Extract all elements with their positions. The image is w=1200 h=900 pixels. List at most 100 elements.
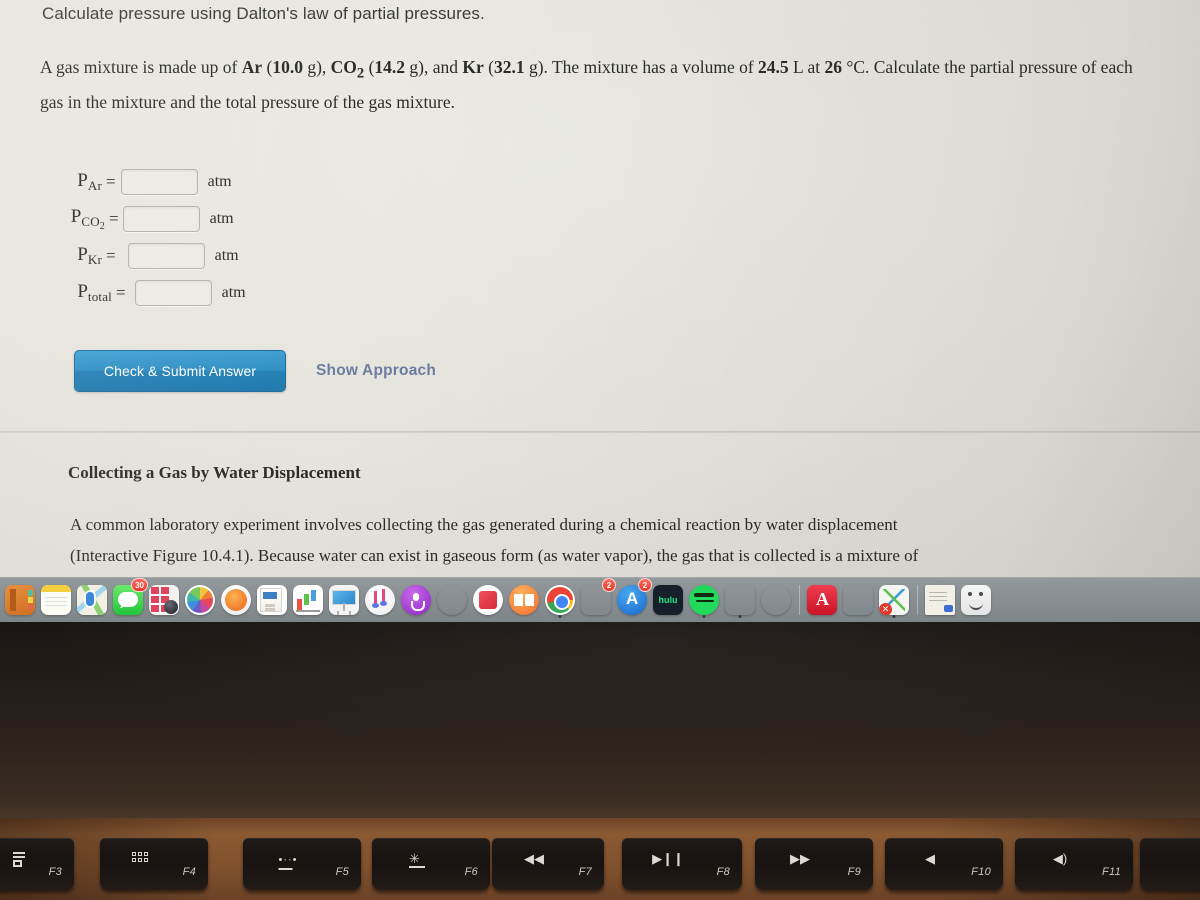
mission-control-icon xyxy=(13,852,25,869)
app-store-1-icon xyxy=(221,585,251,615)
dock-item-connect[interactable] xyxy=(876,581,912,619)
function-key-f10[interactable]: ◀ F10 xyxy=(885,838,1003,890)
dock-item-maps[interactable] xyxy=(74,581,110,619)
answer-input-kr[interactable] xyxy=(127,242,205,269)
dock-item-microsoft-word[interactable] xyxy=(722,581,758,619)
volume-down-icon: ◀) xyxy=(1052,851,1068,866)
function-key-f6[interactable]: ✳ F6 xyxy=(372,838,490,890)
dock-item-powerpoint[interactable] xyxy=(758,581,794,619)
notification-badge: 2 xyxy=(602,578,616,592)
notification-badge: 2 xyxy=(638,578,652,592)
dock-item-finder[interactable] xyxy=(958,581,994,619)
dock-item-contacts[interactable] xyxy=(2,581,38,619)
function-key-label: F10 xyxy=(971,866,991,878)
dock-item-spotify[interactable] xyxy=(686,581,722,619)
fast-forward-icon: ▶▶ xyxy=(790,851,810,866)
dock-item-hulu[interactable]: hulu xyxy=(650,581,686,619)
spotify-icon xyxy=(689,585,719,615)
answer-input-total[interactable] xyxy=(134,279,212,306)
podcasts-icon xyxy=(401,585,431,615)
section-body: A common laboratory experiment involves … xyxy=(70,509,1130,572)
answer-input-co2[interactable] xyxy=(122,205,200,232)
notes-icon xyxy=(41,585,71,615)
unit-label: atm xyxy=(214,246,239,264)
news-icon xyxy=(473,585,503,615)
play-pause-icon: ▶❙❙ xyxy=(652,851,684,866)
question-body: A gas mixture is made up of Ar (10.0 g),… xyxy=(40,52,1150,119)
answer-label-total: Ptotal xyxy=(77,280,112,304)
function-key-f3[interactable]: F3 xyxy=(0,838,74,890)
equals-sign: = xyxy=(106,171,116,191)
mute-icon: ◀ xyxy=(925,851,935,866)
dock-item-photos[interactable] xyxy=(182,581,218,619)
function-key-label: F3 xyxy=(48,866,62,878)
itunes-icon xyxy=(365,585,395,615)
dock-item-pages[interactable] xyxy=(254,581,290,619)
dock-item-itunes[interactable] xyxy=(362,581,398,619)
function-key-label: F8 xyxy=(716,866,730,878)
dock-item-acrobat[interactable] xyxy=(804,581,840,619)
acrobat-icon xyxy=(807,585,837,615)
function-key-f4[interactable]: F4 xyxy=(100,838,208,890)
answer-row: PCO2 = atm xyxy=(48,200,246,237)
powerpoint-icon xyxy=(761,585,791,615)
answer-row: Ptotal = atm xyxy=(48,274,246,311)
dock-item-app-store-2[interactable]: 2 xyxy=(614,578,652,619)
dock-item-system-preferences[interactable]: 2 xyxy=(578,578,616,619)
dock-item-news[interactable] xyxy=(470,581,506,619)
show-approach-link[interactable]: Show Approach xyxy=(316,362,436,380)
hulu-icon: hulu xyxy=(653,585,683,615)
photos-icon xyxy=(185,585,215,615)
notification-badge: 30 xyxy=(131,578,148,592)
function-key-label: F6 xyxy=(464,866,478,878)
keyboard-backlight-up-icon: ✳ xyxy=(409,852,425,868)
dock-item-podcasts[interactable] xyxy=(398,581,434,619)
dock-item-photo-booth[interactable] xyxy=(146,581,182,619)
section-body-line-2: (Interactive Figure 10.4.1). Because wat… xyxy=(70,546,919,566)
dock-item-flash-player[interactable] xyxy=(840,581,876,619)
unit-label: atm xyxy=(209,209,234,227)
connect-icon xyxy=(879,585,909,615)
books-icon xyxy=(509,585,539,615)
answer-label-ar: PAr xyxy=(77,169,102,193)
function-key-f9[interactable]: ▶▶ F9 xyxy=(755,838,873,890)
answer-row: PAr = atm xyxy=(48,163,246,200)
numbers-icon xyxy=(293,585,323,615)
dock-item-messages[interactable]: 30 xyxy=(110,578,148,619)
unit-label: atm xyxy=(207,172,232,190)
function-key-f7[interactable]: ◀◀ F7 xyxy=(492,838,604,890)
photo-booth-icon xyxy=(149,585,179,615)
equals-sign: = xyxy=(109,208,119,228)
equals-sign: = xyxy=(116,282,126,302)
check-and-submit-answer-button[interactable]: Check & Submit Answer xyxy=(74,350,286,392)
dock-separator xyxy=(912,583,922,617)
flash-player-icon xyxy=(843,585,873,615)
dock-item-chrome[interactable] xyxy=(542,581,578,619)
chrome-icon xyxy=(545,585,575,615)
dock-item-apple-tv[interactable] xyxy=(434,581,470,619)
dock-item-numbers[interactable] xyxy=(290,581,326,619)
finder-icon xyxy=(961,585,991,615)
answer-input-ar[interactable] xyxy=(120,168,198,195)
dock-item-keynote[interactable] xyxy=(326,581,362,619)
function-key-f11[interactable]: ◀) F11 xyxy=(1015,838,1133,890)
answer-label-kr: PKr xyxy=(77,243,102,267)
function-key-f5[interactable]: •··• F5 xyxy=(243,838,361,890)
function-key-partial[interactable] xyxy=(1140,838,1200,890)
function-key-f8[interactable]: ▶❙❙ F8 xyxy=(622,838,742,890)
function-key-label: F11 xyxy=(1101,866,1121,878)
equals-sign: = xyxy=(106,245,116,265)
laptop-bezel xyxy=(0,622,1200,820)
function-key-label: F4 xyxy=(182,866,196,878)
answer-label-co2: PCO2 xyxy=(70,205,105,232)
dock-item-notes[interactable] xyxy=(38,581,74,619)
dock-item-books[interactable] xyxy=(506,581,542,619)
section-title: Collecting a Gas by Water Displacement xyxy=(68,463,361,482)
action-row: Check & Submit Answer Show Approach xyxy=(74,350,436,392)
dock-item-app-store-1[interactable] xyxy=(218,581,254,619)
keynote-icon xyxy=(329,585,359,615)
dock-item-stickies[interactable] xyxy=(922,581,958,619)
macos-dock[interactable]: 30 2 2 hulu xyxy=(0,577,1200,622)
function-key-label: F5 xyxy=(335,866,349,878)
computer-screen: Calculate pressure using Dalton's law of… xyxy=(0,0,1200,578)
